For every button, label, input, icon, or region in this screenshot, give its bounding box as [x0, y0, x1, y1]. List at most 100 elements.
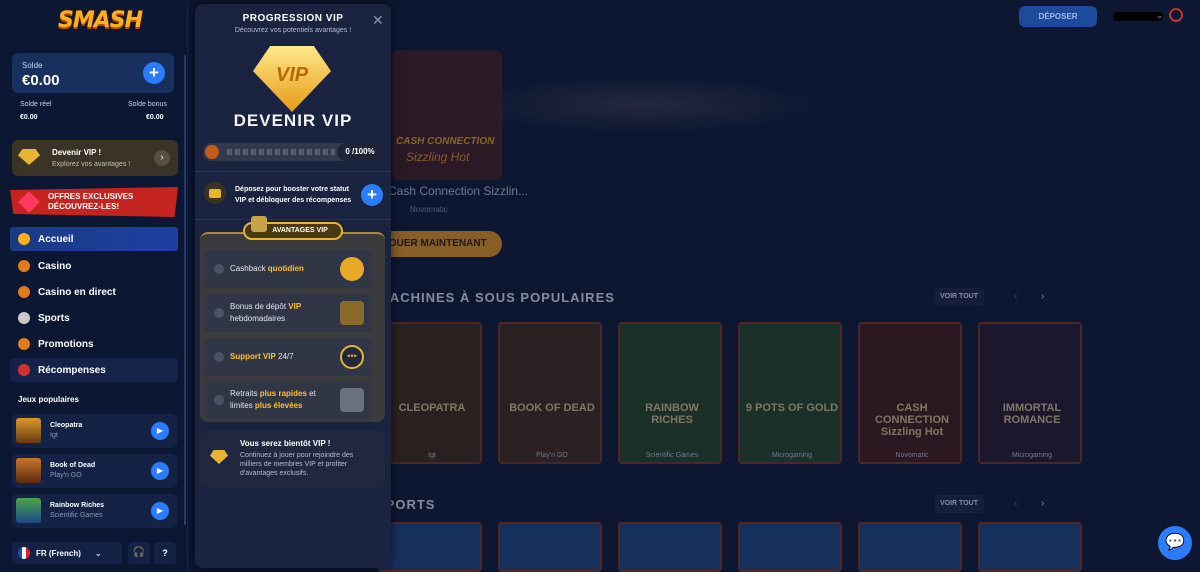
- tile-provider: Novomatic: [895, 452, 929, 459]
- flag-icon: [18, 547, 30, 559]
- sport-tile[interactable]: [618, 522, 722, 572]
- chevron-down-icon: ⌄: [94, 548, 102, 558]
- chat-icon[interactable]: 💬: [1158, 526, 1192, 560]
- advantage-cashback: Cashback quotidien: [204, 250, 372, 288]
- slot-tile[interactable]: 9 POTS OF GOLD Microgaming: [738, 322, 842, 464]
- deposit-boost-text: Déposez pour booster votre statut VIP et…: [235, 186, 352, 204]
- slot-tile[interactable]: RAINBOW RICHES Scientific Games: [618, 322, 722, 464]
- vip-heading: DEVENIR VIP: [233, 111, 353, 130]
- tile-title: 9 POTS OF GOLD: [745, 402, 839, 414]
- tile-title: RAINBOW RICHES: [645, 402, 699, 426]
- lock-icon: [214, 352, 224, 362]
- sport-tile[interactable]: [978, 522, 1082, 572]
- sport-tile[interactable]: [858, 522, 962, 572]
- slot-tile[interactable]: CLEOPATRA Igt: [378, 322, 482, 464]
- offers-line2: DÉCOUVREZ-LES!: [48, 202, 120, 211]
- medal-icon: [18, 364, 30, 376]
- section-title-slots: MACHINES À SOUS POPULAIRES: [378, 290, 615, 305]
- chat-bubble-icon: •••: [340, 345, 364, 369]
- language-selector[interactable]: FR (French) ⌄: [12, 542, 122, 564]
- ball-icon: [18, 312, 30, 324]
- play-icon[interactable]: ▶: [151, 462, 169, 480]
- nav-item-promotions[interactable]: Promotions: [10, 332, 178, 356]
- lock-icon: [214, 264, 224, 274]
- lock-icon: [214, 308, 224, 318]
- wallet-fast-icon: [340, 388, 364, 412]
- scrollbar[interactable]: [184, 55, 186, 525]
- popular-game-item[interactable]: Rainbow Riches Scientific Games ▶: [12, 494, 177, 528]
- tile-provider: Microgaming: [771, 452, 813, 459]
- nav-item-casino[interactable]: Casino: [10, 254, 178, 278]
- panel-subtitle: Découvrez vos potentiels avantages !: [234, 27, 352, 34]
- game-thumbnail: [16, 418, 41, 443]
- help-icon[interactable]: ?: [154, 542, 176, 564]
- prev-arrow-icon[interactable]: ‹: [1014, 498, 1017, 509]
- sport-tile[interactable]: [498, 522, 602, 572]
- promo-icon: [18, 338, 30, 350]
- advantage-support: Support VIP 24/7 •••: [204, 338, 372, 376]
- gift-icon: [251, 216, 267, 232]
- nav-item-sports[interactable]: Sports: [10, 306, 178, 330]
- exclusive-offers-banner[interactable]: OFFRES EXCLUSIVES DÉCOUVREZ-LES!: [10, 187, 178, 217]
- next-arrow-icon[interactable]: ›: [1041, 498, 1044, 509]
- game-thumbnail: [16, 458, 41, 483]
- add-funds-button[interactable]: +: [143, 62, 165, 84]
- play-icon[interactable]: ▶: [151, 422, 169, 440]
- bonus-balance-label: Solde bonus: [128, 101, 167, 108]
- bonus-balance-value: €0.00: [146, 114, 164, 121]
- tile-title: CLEOPATRA: [398, 402, 466, 414]
- diamond-icon: [210, 450, 228, 464]
- vip-soon-text: Continuez à jouer pour rejoindre des mil…: [240, 452, 354, 477]
- balance-label: Solde: [22, 61, 43, 70]
- vip-progression-panel: PROGRESSION VIP Découvrez vos potentiels…: [195, 4, 391, 568]
- close-icon[interactable]: ✕: [372, 12, 384, 29]
- nav-item-live-casino[interactable]: Casino en direct: [10, 280, 178, 304]
- prev-arrow-icon[interactable]: ‹: [1014, 291, 1017, 302]
- coin-icon: [340, 257, 364, 281]
- slot-tile[interactable]: CASH CONNECTION Sizzling Hot Novomatic: [858, 322, 962, 464]
- sport-tile[interactable]: [378, 522, 482, 572]
- lock-icon: [214, 395, 224, 405]
- vip-soon-title: Vous serez bientôt VIP !: [240, 439, 331, 448]
- nav-item-rewards[interactable]: Récompenses: [10, 358, 178, 382]
- spade-icon: [18, 260, 30, 272]
- gift-card-icon: [340, 301, 364, 325]
- deposit-button[interactable]: DÉPOSER: [1019, 6, 1097, 27]
- progress-text: 0 /100%: [337, 143, 383, 161]
- advantage-withdrawals: Retraits plus rapides et limites plus él…: [204, 381, 372, 419]
- tile-title: CASH CONNECTION Sizzling Hot: [875, 402, 949, 438]
- play-icon[interactable]: ▶: [151, 502, 169, 520]
- level-icon: [205, 145, 219, 159]
- nav-item-accueil[interactable]: Accueil: [10, 227, 178, 251]
- tile-provider: Play'n GO: [536, 452, 568, 459]
- next-arrow-icon[interactable]: ›: [1041, 291, 1044, 302]
- banner-title: Cash Connection Sizzlin...: [388, 184, 529, 198]
- slot-tile[interactable]: IMMORTAL ROMANCE Microgaming: [978, 322, 1082, 464]
- balance-amount: €0.00: [22, 72, 60, 89]
- avatar[interactable]: [1169, 8, 1183, 22]
- popular-game-item[interactable]: Cleopatra Igt ▶: [12, 414, 177, 448]
- become-vip-card[interactable]: Devenir VIP ! Explorez vos avantages ! ›: [12, 140, 178, 176]
- home-icon: [18, 233, 30, 245]
- balance-card: Solde €0.00 +: [12, 53, 174, 93]
- user-menu-chevron-icon[interactable]: ⌄: [1156, 10, 1164, 21]
- headset-icon[interactable]: 🎧: [128, 542, 150, 564]
- voir-tout-button[interactable]: VOIR TOUT: [934, 288, 984, 306]
- tile-provider: Scientific Games: [645, 452, 699, 459]
- vip-soon-card: Vous serez bientôt VIP ! Continuez à jou…: [200, 430, 385, 488]
- real-balance-value: €0.00: [20, 114, 38, 121]
- deposit-plus-button[interactable]: +: [361, 184, 383, 206]
- tile-provider: Igt: [428, 452, 436, 459]
- advantage-deposit-bonus: Bonus de dépôt VIP hebdomadaires: [204, 294, 372, 332]
- tile-provider: Microgaming: [1011, 452, 1053, 459]
- game-thumbnail: [16, 498, 41, 523]
- popular-game-item[interactable]: Book of Dead Play'n GO ▶: [12, 454, 177, 488]
- sport-tile[interactable]: [738, 522, 842, 572]
- tile-title: IMMORTAL ROMANCE: [1002, 402, 1062, 426]
- slot-tile[interactable]: BOOK OF DEAD Play'n GO: [498, 322, 602, 464]
- logo[interactable]: SMASH: [58, 8, 143, 33]
- become-vip-title: Devenir VIP !: [52, 148, 102, 157]
- chevron-right-icon: ›: [154, 150, 170, 166]
- voir-tout-sports-button[interactable]: VOIR TOUT: [934, 495, 984, 513]
- tile-title: BOOK OF DEAD: [509, 402, 595, 414]
